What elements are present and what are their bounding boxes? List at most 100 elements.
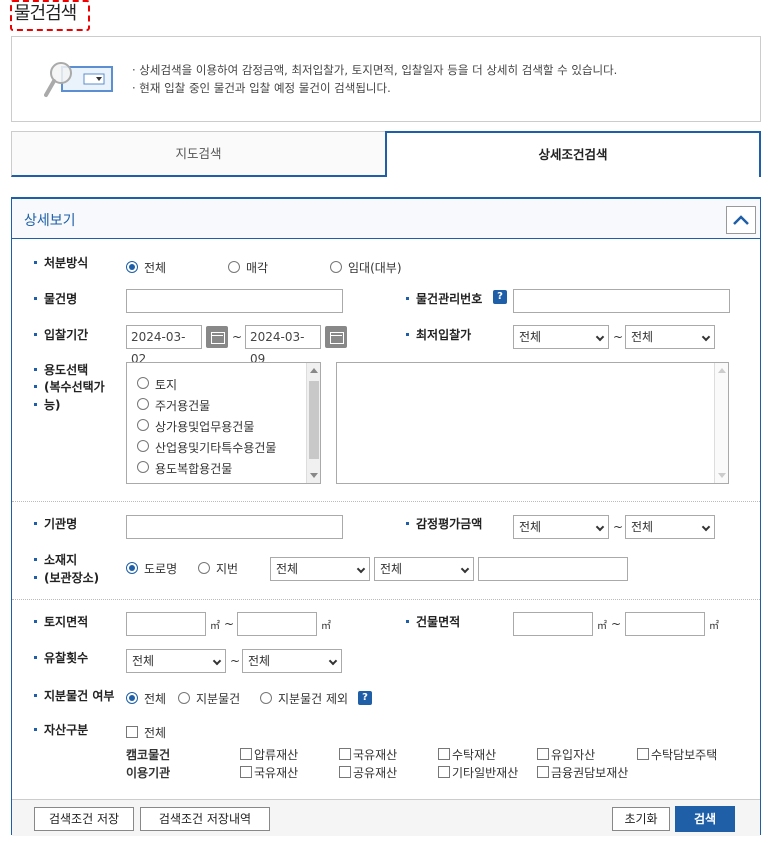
appraisal-to-select[interactable]: 전체 <box>625 515 715 539</box>
fail-count-from-select[interactable]: 전체 <box>126 649 226 673</box>
bldg-area-to-input[interactable] <box>625 612 705 636</box>
usage-option-label: 용도복합용건물 <box>155 462 233 476</box>
land-area-from-input[interactable] <box>126 612 206 636</box>
share-exclude-radio[interactable] <box>260 692 272 704</box>
fail-count-sep: ~ <box>230 654 241 668</box>
campco-item: 수탁담보주택 <box>651 748 718 762</box>
campco-item: 유입자산 <box>551 748 596 762</box>
disposal-sale-radio[interactable] <box>228 261 240 273</box>
saved-conditions-history-button[interactable]: 검색조건 저장내역 <box>140 807 270 831</box>
scroll-up-arrow-icon[interactable] <box>718 368 726 373</box>
tab-detail-search[interactable]: 상세조건검색 <box>385 131 761 177</box>
calendar-end-icon[interactable] <box>325 326 347 348</box>
disposal-sale-label: 매각 <box>246 261 269 275</box>
location-detail-input[interactable] <box>478 557 628 581</box>
fail-count-from-value: 전체 <box>132 654 155 668</box>
calendar-start-icon[interactable] <box>206 326 228 348</box>
panel-header: 상세보기 <box>12 199 760 239</box>
appraisal-label: 감정평가금액 <box>405 517 483 531</box>
usage-radio[interactable] <box>137 419 149 431</box>
agency-checkbox[interactable] <box>438 766 450 778</box>
disposal-all-radio[interactable] <box>126 261 138 273</box>
usage-radio[interactable] <box>137 440 149 452</box>
detail-search-panel: 상세보기 처분방식 전체 매각 임대(대부) 물건명 물건관리번호 ? 입찰기간… <box>11 197 761 836</box>
panel-footer: 검색조건 저장 검색조건 저장내역 초기화 검색 <box>12 799 760 836</box>
location-lot-radio[interactable] <box>198 562 210 574</box>
campco-checkbox[interactable] <box>537 748 549 760</box>
page-title: 물건검색 <box>10 0 90 31</box>
bldg-area-sep: ~ <box>611 617 622 631</box>
chevron-down-icon <box>212 656 222 666</box>
save-conditions-button[interactable]: 검색조건 저장 <box>34 807 134 831</box>
agency-input[interactable] <box>126 515 343 539</box>
asset-all-label: 전체 <box>144 726 167 740</box>
min-bid-from-select[interactable]: 전체 <box>513 325 609 349</box>
appraisal-to-value: 전체 <box>631 520 654 534</box>
mgmt-no-input[interactable] <box>513 289 730 313</box>
scroll-up-arrow-icon[interactable] <box>310 368 318 373</box>
collapse-button[interactable] <box>726 206 756 234</box>
fail-count-to-value: 전체 <box>248 654 271 668</box>
appraisal-from-select[interactable]: 전체 <box>513 515 609 539</box>
land-area-label: 토지면적 <box>33 615 89 629</box>
campco-checkbox[interactable] <box>339 748 351 760</box>
campco-checkbox[interactable] <box>240 748 252 760</box>
usage-option-label: 주거용건물 <box>155 399 211 413</box>
chevron-down-icon <box>595 522 605 532</box>
usage-detail-list[interactable] <box>336 362 729 484</box>
bldg-area-unit-1: ㎡ <box>597 621 607 632</box>
min-bid-to-select[interactable]: 전체 <box>625 325 715 349</box>
location-label-2: (보관장소) <box>33 571 100 585</box>
usage-list[interactable]: 토지 주거용건물 상가용및업무용건물 산업용및기타특수용건물 용도복합용건물 <box>126 362 321 484</box>
campco-item: 압류재산 <box>254 748 299 762</box>
location-road-radio[interactable] <box>126 562 138 574</box>
agency-checkbox[interactable] <box>537 766 549 778</box>
info-box: · 상세검색을 이용하여 감정금액, 최저입찰가, 토지면적, 입찰일자 등을 … <box>11 36 761 122</box>
min-bid-label: 최저입찰가 <box>405 328 472 342</box>
search-illustration-icon <box>44 62 113 97</box>
usage-detail-scrollbar[interactable] <box>714 363 728 483</box>
usage-option-label: 토지 <box>155 378 178 392</box>
share-help-icon[interactable]: ? <box>358 691 372 705</box>
usage-radio[interactable] <box>137 377 149 389</box>
agency-label: 기관명 <box>33 517 78 531</box>
bid-start-date-input[interactable]: 2024-03-02 <box>126 325 202 366</box>
disposal-lease-radio[interactable] <box>330 261 342 273</box>
location-sigungu-select[interactable]: 전체 <box>374 557 474 581</box>
campco-checkbox[interactable] <box>438 748 450 760</box>
mgmt-no-label: 물건관리번호 <box>405 292 483 306</box>
item-name-input[interactable] <box>126 289 343 313</box>
info-line-1: · 상세검색을 이용하여 감정금액, 최저입찰가, 토지면적, 입찰일자 등을 … <box>132 63 618 77</box>
scroll-down-arrow-icon[interactable] <box>310 473 318 478</box>
divider <box>12 501 760 502</box>
bid-end-date-input[interactable]: 2024-03-09 <box>245 325 321 366</box>
usage-list-scrollbar[interactable] <box>306 363 320 483</box>
info-line-2: · 현재 입찰 중인 물건과 입찰 예정 물건이 검색됩니다. <box>132 81 391 95</box>
campco-checkbox[interactable] <box>637 748 649 760</box>
usage-radio[interactable] <box>137 398 149 410</box>
usage-radio[interactable] <box>137 461 149 473</box>
chevron-down-icon <box>328 656 338 666</box>
reset-button[interactable]: 초기화 <box>612 807 670 831</box>
tab-map-search[interactable]: 지도검색 <box>11 131 386 177</box>
agency-checkbox[interactable] <box>339 766 351 778</box>
agency-item: 금융권담보재산 <box>551 766 629 780</box>
share-all-radio[interactable] <box>126 692 138 704</box>
location-lot-label: 지번 <box>216 562 239 576</box>
scroll-thumb[interactable] <box>309 381 319 459</box>
bldg-area-from-input[interactable] <box>513 612 593 636</box>
land-area-to-input[interactable] <box>237 612 317 636</box>
disposal-all-label: 전체 <box>144 261 167 275</box>
agency-checkbox[interactable] <box>240 766 252 778</box>
chevron-down-icon <box>701 522 711 532</box>
asset-all-checkbox[interactable] <box>126 726 138 738</box>
location-sido-select[interactable]: 전체 <box>270 557 370 581</box>
page: 물건검색 · 상세검색을 이용하여 감정금액, 최저입찰가, 토지면적, 입찰일… <box>0 0 769 843</box>
mgmt-no-help-icon[interactable]: ? <box>493 290 507 304</box>
share-only-radio[interactable] <box>178 692 190 704</box>
scroll-down-arrow-icon[interactable] <box>718 473 726 478</box>
chevron-up-icon <box>733 215 749 225</box>
land-area-unit-2: ㎡ <box>321 621 331 632</box>
search-button[interactable]: 검색 <box>675 806 735 832</box>
fail-count-to-select[interactable]: 전체 <box>242 649 342 673</box>
